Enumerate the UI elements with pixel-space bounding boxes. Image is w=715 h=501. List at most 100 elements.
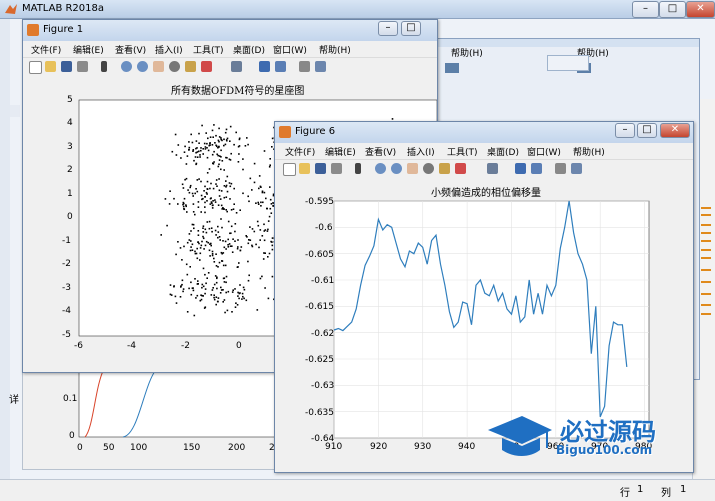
fig6-close-button[interactable]: ✕ <box>660 123 690 138</box>
fig1-ytick: 2 <box>67 165 73 175</box>
constellation-point <box>227 238 229 241</box>
new-figure-icon[interactable] <box>29 61 42 74</box>
constellation-point <box>193 227 195 230</box>
constellation-point <box>184 145 186 148</box>
constellation-point <box>191 141 194 144</box>
menu-view[interactable]: 查看(V) <box>365 145 396 158</box>
constellation-point <box>202 285 205 288</box>
pointer-icon[interactable] <box>355 163 361 174</box>
menu-insert[interactable]: 插入(I) <box>155 43 183 56</box>
fig6-axes-box <box>333 200 650 439</box>
menu-desktop[interactable]: 桌面(D) <box>233 43 265 56</box>
figure1-toolbar <box>23 58 437 77</box>
menu-window[interactable]: 窗口(W) <box>527 145 561 158</box>
constellation-point <box>226 139 228 142</box>
figure-icon <box>279 126 291 138</box>
menu-tools[interactable]: 工具(T) <box>447 145 478 158</box>
menu-desktop[interactable]: 桌面(D) <box>487 145 519 158</box>
save-icon[interactable] <box>61 61 72 72</box>
print-icon[interactable] <box>331 163 342 174</box>
constellation-point <box>239 284 241 286</box>
menu-edit[interactable]: 编辑(E) <box>325 145 356 158</box>
constellation-point <box>258 175 261 177</box>
fig6-minimize-button[interactable]: – <box>615 123 635 138</box>
fig6-maximize-button[interactable]: □ <box>637 123 657 138</box>
constellation-point <box>229 159 232 161</box>
figure1-titlebar[interactable]: Figure 1 – □ <box>23 20 437 41</box>
constellation-point <box>214 229 217 232</box>
constellation-point <box>198 132 200 135</box>
menu-window[interactable]: 窗口(W) <box>273 43 307 56</box>
data-cursor-icon[interactable] <box>185 61 196 72</box>
zoom-out-icon[interactable] <box>391 163 402 174</box>
constellation-point <box>230 152 232 155</box>
colorbar-icon[interactable] <box>515 163 526 174</box>
menu-help[interactable]: 帮助(H) <box>319 43 351 56</box>
close-button[interactable]: ✕ <box>686 1 715 18</box>
constellation-point <box>196 294 199 297</box>
rotate-icon[interactable] <box>169 61 180 72</box>
constellation-point <box>202 237 205 240</box>
constellation-point <box>204 211 206 214</box>
legend-icon[interactable] <box>275 61 286 72</box>
constellation-point <box>260 201 262 204</box>
constellation-point <box>251 228 254 230</box>
figure6-titlebar[interactable]: Figure 6 – □ ✕ <box>275 122 693 143</box>
colorbar-icon[interactable] <box>259 61 270 72</box>
constellation-point <box>208 168 211 170</box>
zoom-out-icon[interactable] <box>137 61 148 72</box>
maximize-button[interactable]: □ <box>659 1 686 18</box>
menu-tools[interactable]: 工具(T) <box>193 43 224 56</box>
fig6-ytick: -0.595 <box>305 197 335 207</box>
fig1-maximize-button[interactable]: □ <box>401 21 421 36</box>
constellation-point <box>204 146 207 148</box>
link-icon[interactable] <box>231 61 242 72</box>
menu-view[interactable]: 查看(V) <box>115 43 146 56</box>
menu-help[interactable]: 帮助(H) <box>573 145 605 158</box>
constellation-point <box>199 247 202 249</box>
brush-icon[interactable] <box>455 163 466 174</box>
save-icon[interactable] <box>315 163 326 174</box>
constellation-point <box>208 249 211 252</box>
constellation-point <box>206 221 209 223</box>
constellation-point <box>220 149 222 152</box>
hide-tools-icon[interactable] <box>555 163 566 174</box>
menu-insert[interactable]: 插入(I) <box>407 145 435 158</box>
new-figure-icon[interactable] <box>283 163 296 176</box>
constellation-point <box>234 306 237 308</box>
constellation-point <box>232 289 234 291</box>
menu-edit[interactable]: 编辑(E) <box>73 43 104 56</box>
fig1-ytick: 1 <box>67 189 73 199</box>
show-tools-icon[interactable] <box>571 163 582 174</box>
constellation-point <box>179 296 182 298</box>
menu-file[interactable]: 文件(F) <box>31 43 61 56</box>
pan-icon[interactable] <box>407 163 418 174</box>
data-cursor-icon[interactable] <box>439 163 450 174</box>
open-file-icon[interactable] <box>299 163 310 174</box>
pointer-icon[interactable] <box>101 61 107 72</box>
constellation-point <box>206 180 209 183</box>
constellation-point <box>177 241 179 243</box>
constellation-point <box>200 194 203 197</box>
link-icon[interactable] <box>487 163 498 174</box>
constellation-point <box>216 153 218 156</box>
brush-icon[interactable] <box>201 61 212 72</box>
menu-file[interactable]: 文件(F) <box>285 145 315 158</box>
zoom-in-icon[interactable] <box>375 163 386 174</box>
constellation-point <box>226 309 229 312</box>
hide-tools-icon[interactable] <box>299 61 310 72</box>
constellation-point <box>211 250 214 253</box>
fig1-minimize-button[interactable]: – <box>378 21 398 36</box>
print-icon[interactable] <box>77 61 88 72</box>
constellation-point <box>228 243 231 245</box>
constellation-point <box>238 262 240 264</box>
open-file-icon[interactable] <box>45 61 56 72</box>
zoom-in-icon[interactable] <box>121 61 132 72</box>
constellation-point <box>215 134 217 137</box>
rotate-icon[interactable] <box>423 163 434 174</box>
constellation-point <box>219 292 222 294</box>
show-tools-icon[interactable] <box>315 61 326 72</box>
pan-icon[interactable] <box>153 61 164 72</box>
minimize-button[interactable]: – <box>632 1 659 18</box>
legend-icon[interactable] <box>531 163 542 174</box>
